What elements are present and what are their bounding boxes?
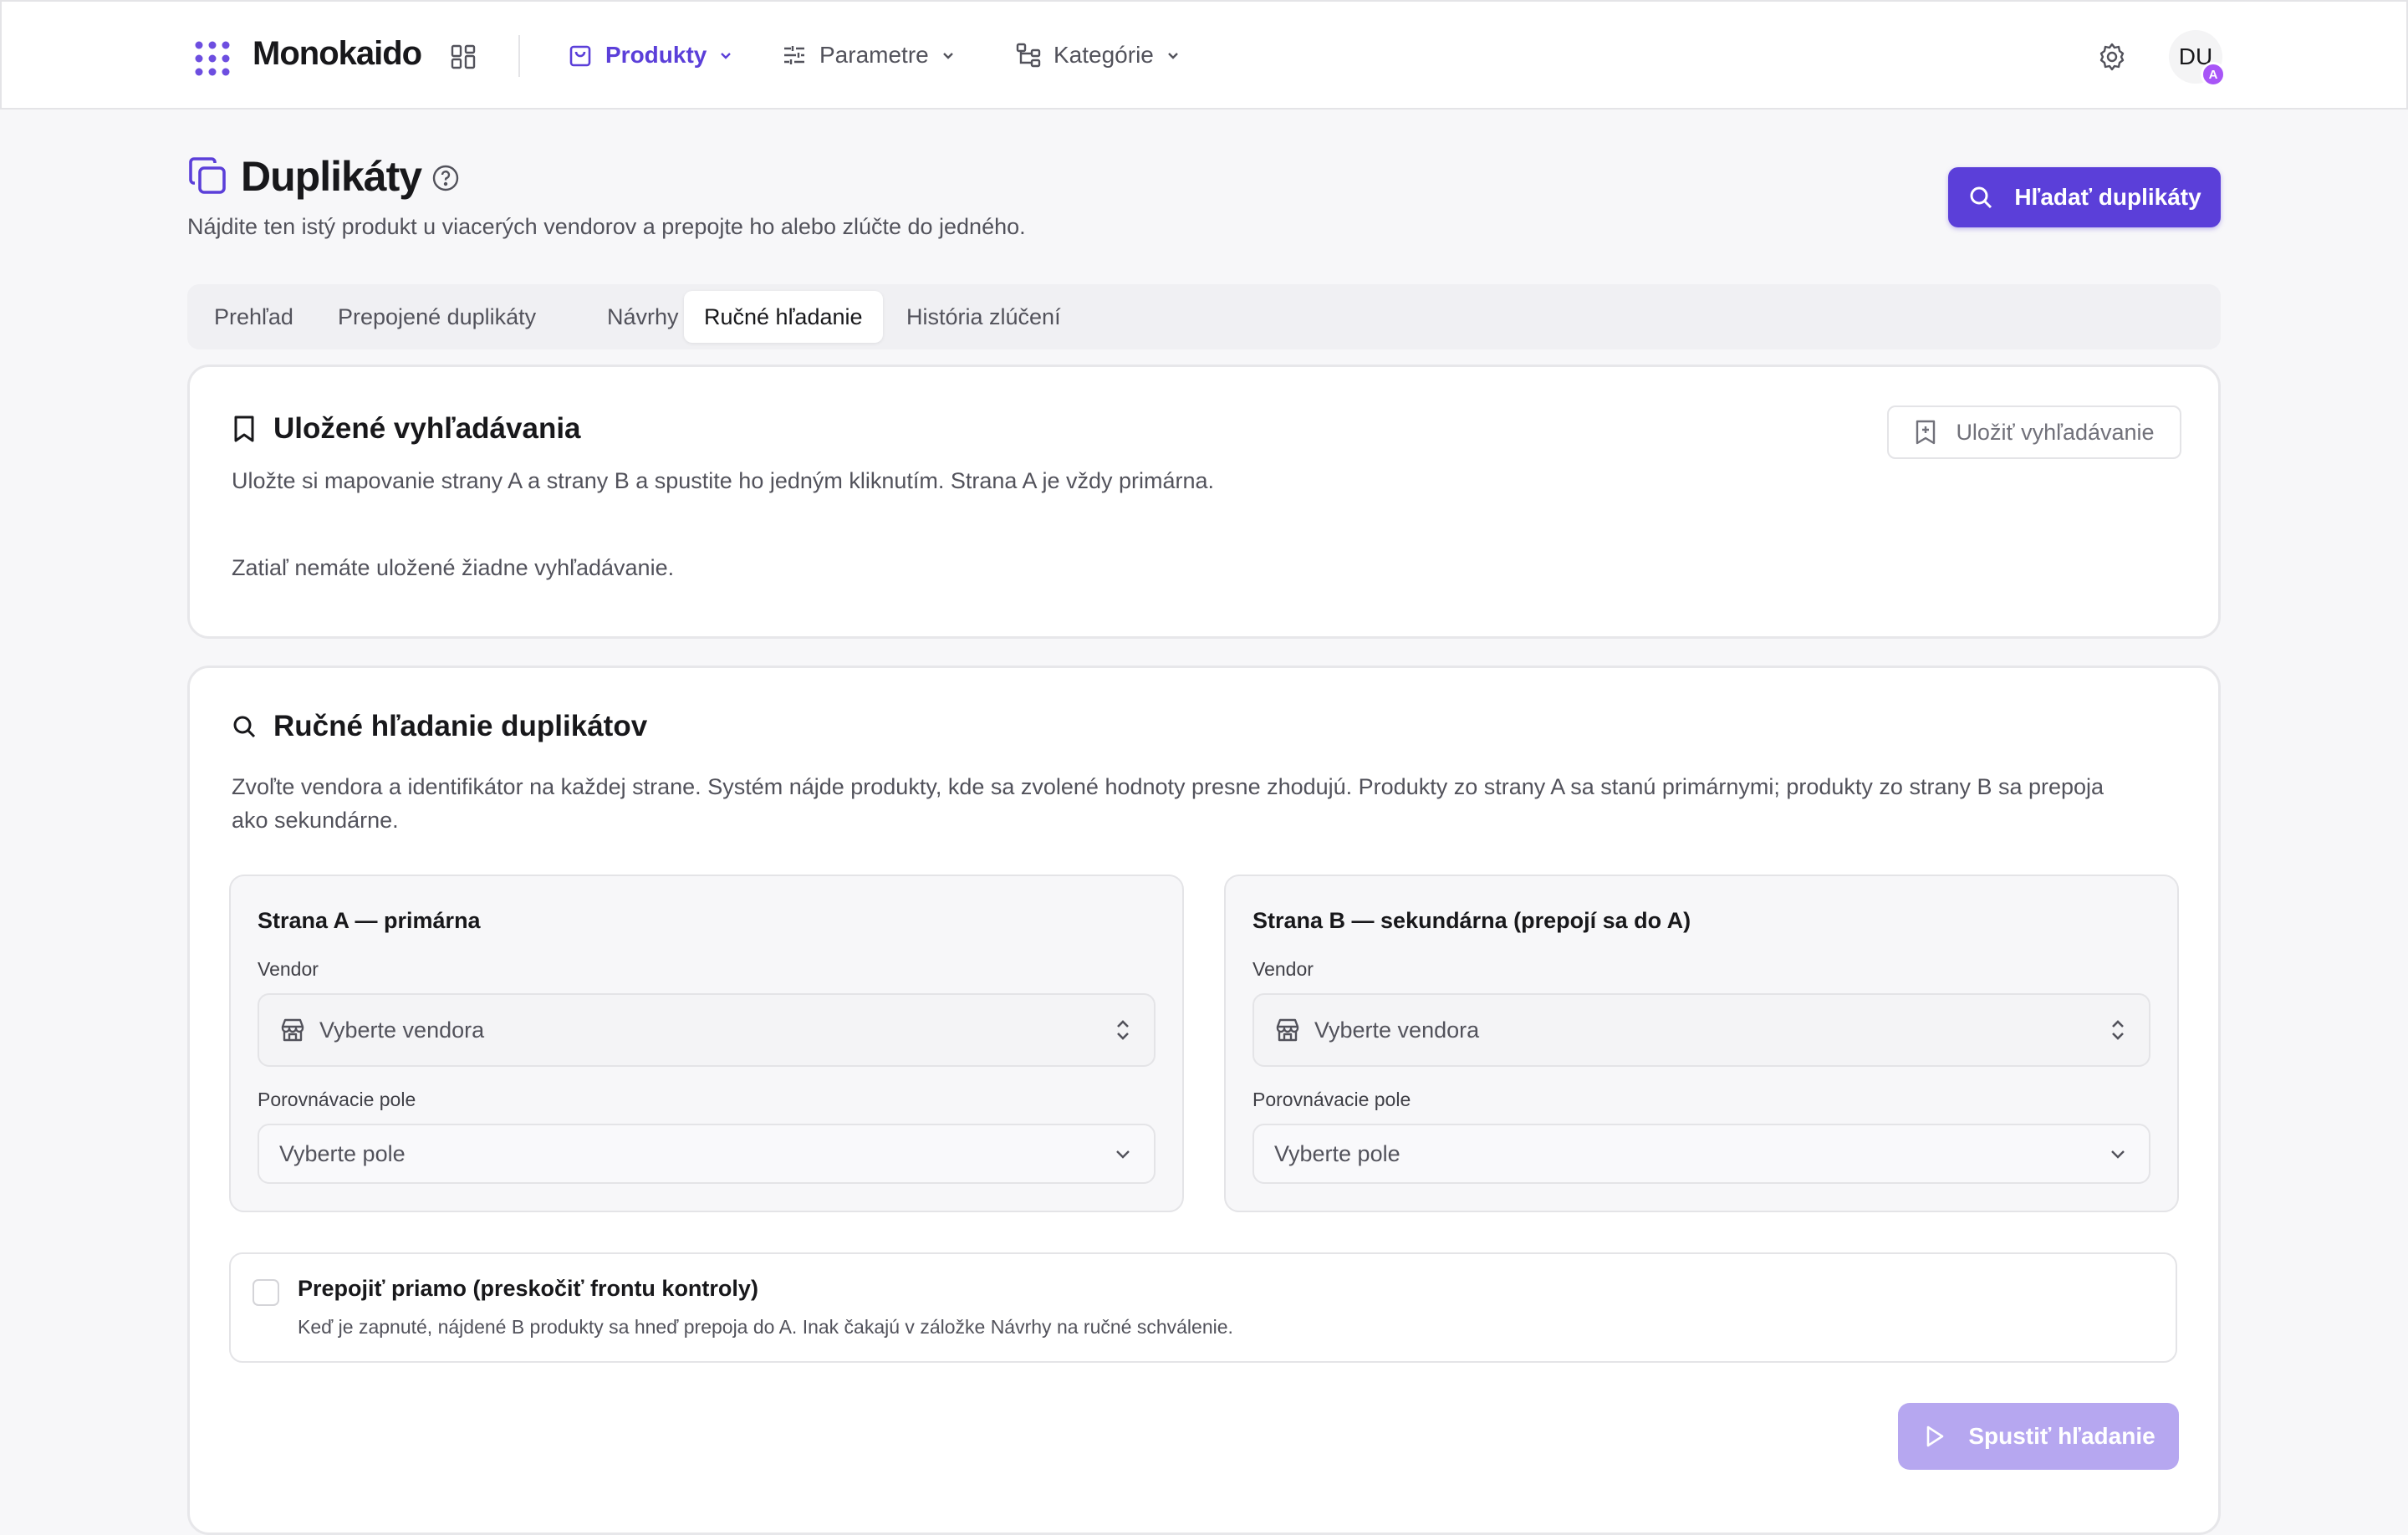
tab-bar: Prehľad Prepojené duplikáty Návrhy Ručné… <box>187 284 2221 349</box>
chevron-down-icon <box>942 53 953 59</box>
bag-icon <box>569 45 591 67</box>
compare-field-label: Porovnávacie pole <box>258 1089 416 1110</box>
nav-divider <box>518 35 520 77</box>
saved-searches-empty: Zatiaľ nemáte uložené žiadne vyhľadávani… <box>232 555 675 580</box>
vendor-placeholder: Vyberte vendora <box>319 1017 485 1043</box>
side-a-field-select[interactable]: Vyberte pole <box>258 1124 1156 1184</box>
button-label: Spustiť hľadanie <box>1968 1423 2155 1449</box>
store-icon <box>1276 1018 1299 1042</box>
direct-link-option: Prepojiť priamo (preskočiť frontu kontro… <box>229 1252 2177 1363</box>
nav-item-produkty[interactable]: Produkty <box>567 35 733 75</box>
nav-label: Produkty <box>605 42 707 68</box>
compare-field-label: Porovnávacie pole <box>1252 1089 1411 1110</box>
field-placeholder: Vyberte pole <box>279 1140 406 1166</box>
top-navigation-bar: Monokaido Produkty Parametre Kategórie D… <box>0 0 2408 110</box>
logo-dots-icon <box>195 41 230 76</box>
nav-label: Kategórie <box>1054 42 1154 68</box>
side-b-vendor-select[interactable]: Vyberte vendora <box>1252 993 2150 1067</box>
store-icon <box>281 1018 304 1042</box>
save-search-button[interactable]: Uložiť vyhľadávanie <box>1887 405 2181 459</box>
vendor-placeholder: Vyberte vendora <box>1314 1017 1480 1043</box>
saved-searches-card: Uložené vyhľadávania Uložte si mapovanie… <box>187 365 2221 639</box>
sliders-icon <box>784 46 804 64</box>
avatar-badge: A <box>2201 62 2226 87</box>
direct-link-checkbox[interactable] <box>253 1279 279 1306</box>
manual-search-title: Ručné hľadanie duplikátov <box>232 710 647 743</box>
tab-historia-zluceni[interactable]: História zlúčení <box>886 291 1081 343</box>
tab-rucne-hladanie[interactable]: Ručné hľadanie <box>684 291 883 343</box>
saved-searches-description: Uložte si mapovanie strany A a strany B … <box>232 468 1215 493</box>
chevron-up-down-icon <box>2112 1020 2124 1040</box>
duplicate-icon <box>189 157 226 194</box>
direct-link-title[interactable]: Prepojiť priamo (preskočiť frontu kontro… <box>298 1276 758 1302</box>
manual-search-description-line2: ako sekundárne. <box>232 808 399 833</box>
gear-icon[interactable] <box>2097 42 2127 72</box>
nav-item-kategorie[interactable]: Kategórie <box>1015 35 1181 75</box>
nav-item-parametre[interactable]: Parametre <box>781 35 956 75</box>
side-b-title: Strana B — sekundárna (prepojí sa do A) <box>1252 908 1691 933</box>
chevron-down-icon <box>721 53 732 59</box>
tab-prepojene-duplikaty[interactable]: Prepojené duplikáty <box>318 291 556 343</box>
side-a-title: Strana A — primárna <box>258 908 481 933</box>
search-icon <box>1970 186 1992 209</box>
chevron-up-down-icon <box>1117 1020 1129 1040</box>
direct-link-description: Keď je zapnuté, nájdené B produkty sa hn… <box>298 1316 1233 1338</box>
button-label: Hľadať duplikáty <box>2014 184 2201 210</box>
vendor-label: Vendor <box>1252 958 1314 980</box>
search-icon <box>233 716 256 738</box>
play-icon <box>1927 1425 1944 1447</box>
find-duplicates-button[interactable]: Hľadať duplikáty <box>1948 167 2221 227</box>
nav-label: Parametre <box>819 42 929 68</box>
side-b-panel: Strana B — sekundárna (prepojí sa do A) … <box>1224 875 2179 1212</box>
side-b-field-select[interactable]: Vyberte pole <box>1252 1124 2150 1184</box>
side-a-panel: Strana A — primárna Vendor Vyberte vendo… <box>229 875 1184 1212</box>
bookmark-plus-icon <box>1916 420 1936 445</box>
field-placeholder: Vyberte pole <box>1274 1140 1400 1166</box>
side-a-vendor-select[interactable]: Vyberte vendora <box>258 993 1156 1067</box>
apps-grid-icon[interactable] <box>450 43 477 70</box>
vendor-label: Vendor <box>258 958 319 980</box>
bookmark-icon <box>234 416 254 442</box>
run-search-button[interactable]: Spustiť hľadanie <box>1898 1403 2179 1470</box>
chevron-down-icon <box>1116 1150 1130 1159</box>
tree-icon <box>1016 43 1041 68</box>
page-title: Duplikáty <box>241 153 422 200</box>
tab-navrhy[interactable]: Návrhy <box>587 291 699 343</box>
chevron-down-icon <box>1168 53 1178 59</box>
chevron-down-icon <box>2111 1150 2125 1159</box>
tab-prehlad[interactable]: Prehľad <box>194 291 314 343</box>
help-icon[interactable] <box>431 164 460 192</box>
saved-searches-title: Uložené vyhľadávania <box>232 412 581 446</box>
page-subtitle: Nájdite ten istý produkt u viacerých ven… <box>187 214 1026 239</box>
app-name[interactable]: Monokaido <box>253 35 422 73</box>
manual-search-description-line1: Zvoľte vendora a identifikátor na každej… <box>232 774 2104 799</box>
